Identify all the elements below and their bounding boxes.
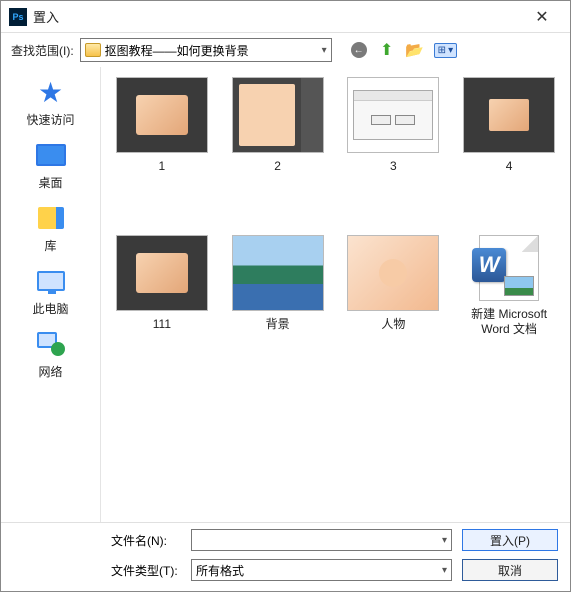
filename-label: 文件名(N): [111,532,181,549]
libraries-icon [38,207,64,229]
place-dialog: Ps 置入 ✕ 查找范围(I): 抠图教程——如何更换背景 ▾ ← ⬆ 📂 ⊞ … [0,0,571,592]
close-icon: ✕ [535,7,548,27]
nav-toolbar: ← ⬆ 📂 ⊞ ▾ [350,41,457,59]
file-name: 背景 [266,317,290,333]
file-item[interactable]: 背景 [223,235,333,338]
file-name: 2 [274,159,281,175]
chevron-down-icon: ▾ [442,535,447,546]
file-item[interactable]: 2 [223,77,333,175]
back-icon: ← [351,42,367,58]
file-thumbnail [463,77,555,153]
file-item[interactable]: 1 [107,77,217,175]
file-name: 3 [390,159,397,175]
up-one-level-button[interactable]: ⬆ [378,41,396,59]
bottom-controls: 文件名(N): ▾ 置入(P) 文件类型(T): 所有格式 ▾ 取消 [1,522,570,591]
file-name: 人物 [381,317,405,333]
file-thumbnail [347,77,439,153]
file-item[interactable]: W 新建 Microsoft Word 文档 [454,235,564,338]
filetype-label: 文件类型(T): [111,562,181,579]
photoshop-app-icon: Ps [9,8,27,26]
file-item[interactable]: 3 [339,77,449,175]
file-name: 1 [159,159,166,175]
file-item[interactable]: 4 [454,77,564,175]
place-libraries[interactable]: 库 [11,203,91,254]
cancel-button[interactable]: 取消 [462,559,558,581]
folder-icon [85,43,101,57]
file-thumbnail [347,235,439,311]
up-arrow-icon: ⬆ [380,40,393,60]
lookin-folder-combo[interactable]: 抠图教程——如何更换背景 ▾ [80,38,332,62]
place-label: 网络 [38,363,62,380]
dialog-body: ★ 快速访问 桌面 库 此电脑 网络 [1,67,570,522]
desktop-icon [36,144,66,166]
place-network[interactable]: 网络 [11,329,91,380]
file-thumbnail [116,235,208,311]
file-grid: 1 2 3 4 [107,77,564,338]
window-title: 置入 [33,7,522,26]
chevron-down-icon: ▾ [322,45,327,56]
chevron-down-icon: ▾ [442,565,447,576]
file-thumbnail [232,77,324,153]
place-label: 快速访问 [26,111,74,128]
back-button[interactable]: ← [350,41,368,59]
quick-access-icon: ★ [38,76,63,109]
lookin-label: 查找范围(I): [11,42,74,59]
new-folder-button[interactable]: 📂 [406,41,424,59]
file-name: 4 [506,159,513,175]
word-document-icon: W [479,235,539,301]
file-item[interactable]: 人物 [339,235,449,338]
filetype-value: 所有格式 [196,562,442,579]
close-button[interactable]: ✕ [522,3,562,31]
place-label: 此电脑 [32,300,68,317]
place-this-pc[interactable]: 此电脑 [11,266,91,317]
file-list-pane[interactable]: 1 2 3 4 [101,67,570,522]
chevron-down-icon: ▾ [448,45,453,56]
lookin-folder-name: 抠图教程——如何更换背景 [105,42,322,59]
filename-input[interactable]: ▾ [191,529,452,551]
place-button[interactable]: 置入(P) [462,529,558,551]
view-grid-icon: ⊞ [438,45,446,56]
titlebar: Ps 置入 ✕ [1,1,570,33]
file-name: 111 [153,317,171,333]
filetype-select[interactable]: 所有格式 ▾ [191,559,452,581]
network-icon [37,332,65,356]
folder-star-icon: 📂 [405,41,424,59]
this-pc-icon [37,271,65,291]
file-thumbnail [232,235,324,311]
place-label: 库 [44,237,56,254]
place-desktop[interactable]: 桌面 [11,140,91,191]
place-quick-access[interactable]: ★ 快速访问 [11,77,91,128]
place-label: 桌面 [38,174,62,191]
places-bar: ★ 快速访问 桌面 库 此电脑 网络 [1,67,101,522]
file-item[interactable]: 111 [107,235,217,338]
file-name: 新建 Microsoft Word 文档 [459,307,559,338]
view-menu-button[interactable]: ⊞ ▾ [434,43,457,58]
file-thumbnail [116,77,208,153]
lookin-row: 查找范围(I): 抠图教程——如何更换背景 ▾ ← ⬆ 📂 ⊞ ▾ [1,33,570,67]
